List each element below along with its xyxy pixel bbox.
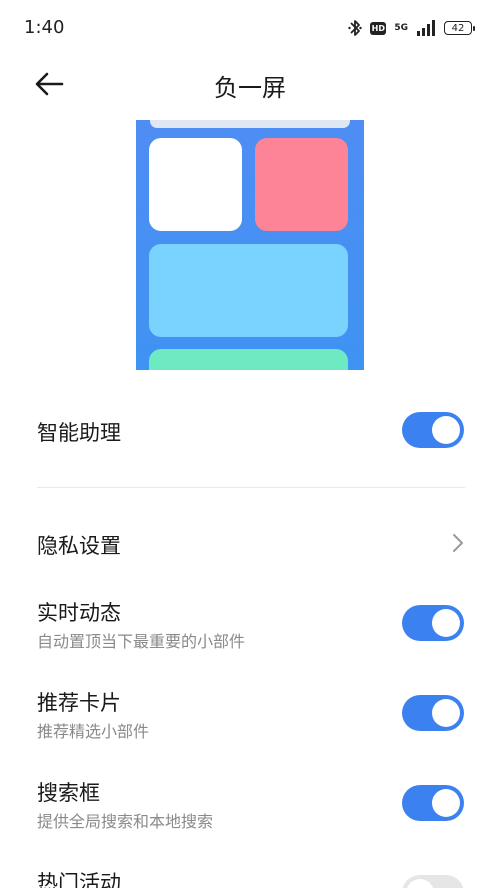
battery-icon: 42 (444, 21, 475, 35)
setting-label: 搜索框 (37, 781, 100, 805)
setting-hot-events[interactable]: 热门活动 (0, 862, 500, 888)
setting-description: 提供全局搜索和本地搜索 (37, 812, 214, 831)
setting-label: 智能助理 (37, 421, 121, 445)
toggle-knob (432, 789, 460, 817)
preview-card-red (255, 138, 348, 231)
setting-label: 实时动态 (37, 601, 121, 625)
hd-badge: HD (370, 21, 387, 35)
chevron-right-icon (453, 534, 463, 552)
setting-live-updates[interactable]: 实时动态 自动置顶当下最重要的小部件 (0, 592, 500, 662)
header: 负一屏 (0, 56, 500, 112)
setting-description: 自动置顶当下最重要的小部件 (37, 632, 246, 651)
page-title: 负一屏 (214, 74, 286, 102)
bluetooth-icon (348, 20, 363, 36)
smart-assistant-toggle[interactable] (402, 412, 464, 448)
setting-label: 热门活动 (37, 871, 121, 888)
divider (37, 487, 465, 488)
setting-privacy[interactable]: 隐私设置 (0, 510, 500, 576)
status-time: 1:40 (24, 17, 65, 38)
preview-top-bar (150, 120, 350, 128)
live-updates-toggle[interactable] (402, 605, 464, 641)
hot-events-toggle[interactable] (402, 875, 464, 888)
toggle-knob (432, 699, 460, 727)
preview-card-wide (149, 244, 348, 337)
setting-smart-assistant[interactable]: 智能助理 (0, 396, 500, 466)
preview-card-white (149, 138, 242, 231)
toggle-knob (406, 879, 434, 888)
recommended-cards-toggle[interactable] (402, 695, 464, 731)
status-icons: HD 5G 42 (348, 17, 475, 39)
toggle-knob (432, 609, 460, 637)
setting-search-box[interactable]: 搜索框 提供全局搜索和本地搜索 (0, 772, 500, 842)
signal-icon (417, 20, 435, 36)
status-bar: 1:40 HD 5G 42 (0, 0, 500, 56)
search-box-toggle[interactable] (402, 785, 464, 821)
setting-label: 推荐卡片 (37, 691, 121, 715)
preview-illustration (136, 120, 364, 370)
network-type-label: 5G (394, 22, 408, 33)
setting-recommended-cards[interactable]: 推荐卡片 推荐精选小部件 (0, 682, 500, 752)
setting-description: 推荐精选小部件 (37, 722, 150, 741)
setting-label: 隐私设置 (37, 534, 121, 558)
toggle-knob (432, 416, 460, 444)
preview-card-green (149, 349, 348, 370)
